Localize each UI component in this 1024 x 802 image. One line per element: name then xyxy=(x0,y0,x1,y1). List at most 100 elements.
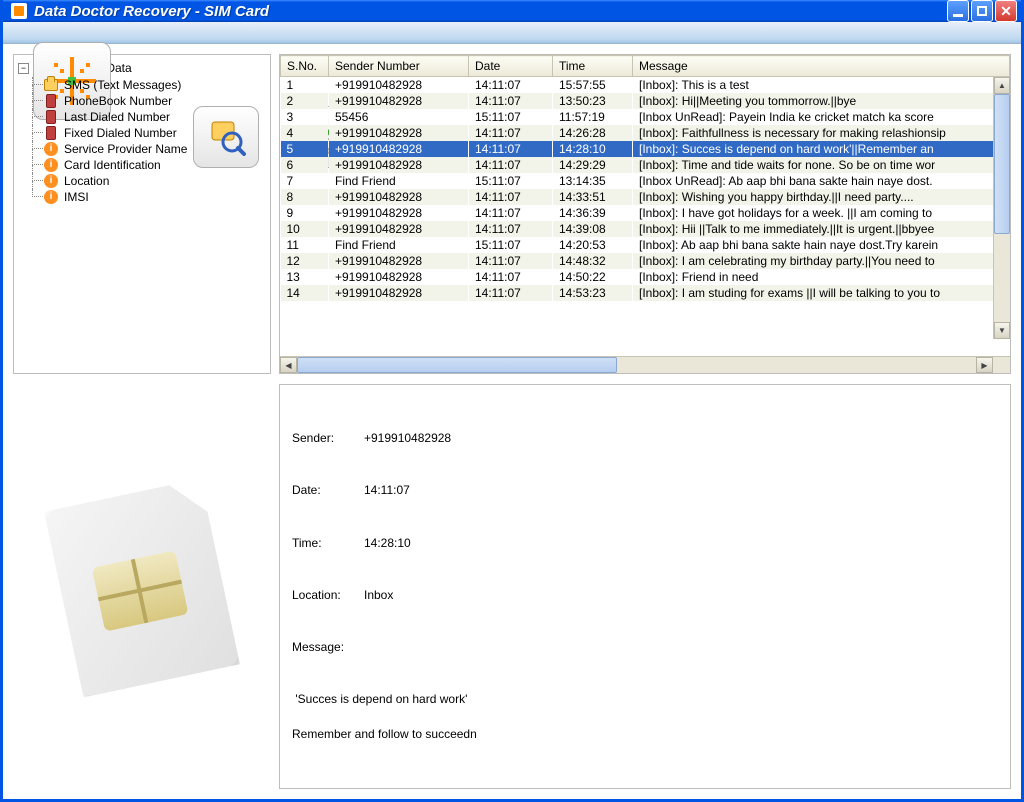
cell-sno: 11 xyxy=(281,237,329,253)
cell-message: [Inbox UnRead]: Payein India ke cricket … xyxy=(633,109,1010,125)
tree-item-label: SMS (Text Messages) xyxy=(64,78,181,92)
table-row[interactable]: 14+91991048292814:11:0714:53:23[Inbox]: … xyxy=(281,285,1010,301)
tree-item[interactable]: iIMSI xyxy=(32,189,266,205)
tree-item[interactable]: Fixed Dialed Number xyxy=(32,125,266,141)
sms-icon xyxy=(44,78,58,92)
horizontal-scrollbar[interactable]: ◀ ▶ xyxy=(280,356,1010,373)
table-row[interactable]: 8+91991048292814:11:0714:33:51[Inbox]: W… xyxy=(281,189,1010,205)
cell-time: 13:50:23 xyxy=(553,93,633,109)
table-row[interactable]: 5+91991048292814:11:0714:28:10[Inbox]: S… xyxy=(281,141,1010,157)
cell-date: 14:11:07 xyxy=(469,253,553,269)
detail-message-label: Message: xyxy=(292,639,364,656)
tree-item-label: Card Identification xyxy=(64,158,161,172)
window-title: Data Doctor Recovery - SIM Card xyxy=(34,3,947,20)
info-icon: i xyxy=(44,190,58,204)
tree-item[interactable]: i Location xyxy=(32,173,266,189)
table-row[interactable]: 4+91991048292814:11:0714:26:28[Inbox]: F… xyxy=(281,125,1010,141)
table-row[interactable]: 11Find Friend15:11:0714:20:53[Inbox]: Ab… xyxy=(281,237,1010,253)
col-message[interactable]: Message xyxy=(633,56,1010,77)
detail-sender-label: Sender: xyxy=(292,430,364,447)
col-sender[interactable]: Sender Number xyxy=(329,56,469,77)
detail-time-value: 14:28:10 xyxy=(364,535,411,552)
detail-location-label: Location: xyxy=(292,587,364,604)
cell-message: [Inbox]: This is a test xyxy=(633,77,1010,94)
cell-sender: Find Friend xyxy=(329,237,469,253)
cell-sno: 12 xyxy=(281,253,329,269)
table-row[interactable]: 9+91991048292814:11:0714:36:39[Inbox]: I… xyxy=(281,205,1010,221)
cell-sno: 14 xyxy=(281,285,329,301)
sim-card-image xyxy=(13,386,271,789)
cell-sno: 2 xyxy=(281,93,329,109)
cell-sender: +919910482928 xyxy=(329,141,469,157)
scroll-down-button[interactable]: ▼ xyxy=(994,322,1010,339)
cell-sender: +919910482928 xyxy=(329,269,469,285)
scroll-left-button[interactable]: ◀ xyxy=(280,357,297,373)
cell-sno: 6 xyxy=(281,157,329,173)
scroll-right-button[interactable]: ▶ xyxy=(976,357,993,373)
table-row[interactable]: 35545615:11:0711:57:19[Inbox UnRead]: Pa… xyxy=(281,109,1010,125)
table-header-row[interactable]: S.No. Sender Number Date Time Message xyxy=(281,56,1010,77)
info-icon: i xyxy=(44,142,58,156)
tree-view[interactable]: − Sim Card Data SMS (Text Messages)Phone… xyxy=(13,54,271,374)
cell-message: [Inbox]: Time and tide waits for none. S… xyxy=(633,157,1010,173)
vertical-scrollbar[interactable]: ▲ ▼ xyxy=(993,77,1010,339)
cell-message: [Inbox]: Succes is depend on hard work'|… xyxy=(633,141,1010,157)
table-row[interactable]: 10+91991048292814:11:0714:39:08[Inbox]: … xyxy=(281,221,1010,237)
tree-item[interactable]: SMS (Text Messages) xyxy=(32,77,266,93)
tree-item-label: Location xyxy=(64,174,109,188)
window-controls: ✕ xyxy=(947,0,1017,22)
detail-time-label: Time: xyxy=(292,535,364,552)
tree-item[interactable]: PhoneBook Number xyxy=(32,93,266,109)
scroll-thumb-horizontal[interactable] xyxy=(297,357,617,373)
tree-item[interactable]: Last Dialed Number xyxy=(32,109,266,125)
cell-time: 14:36:39 xyxy=(553,205,633,221)
scroll-thumb-vertical[interactable] xyxy=(994,94,1010,234)
cell-time: 11:57:19 xyxy=(553,109,633,125)
cell-date: 14:11:07 xyxy=(469,157,553,173)
cell-sno: 3 xyxy=(281,109,329,125)
detail-sender-value: +919910482928 xyxy=(364,430,451,447)
col-time[interactable]: Time xyxy=(553,56,633,77)
cell-sno: 13 xyxy=(281,269,329,285)
cell-sender: +919910482928 xyxy=(329,189,469,205)
phone-icon xyxy=(44,126,58,140)
maximize-button[interactable] xyxy=(971,0,993,22)
cell-time: 14:53:23 xyxy=(553,285,633,301)
cell-date: 14:11:07 xyxy=(469,93,553,109)
tree-item[interactable]: iCard Identification xyxy=(32,157,266,173)
table-row[interactable]: 12+91991048292814:11:0714:48:32[Inbox]: … xyxy=(281,253,1010,269)
toolbar: ? Data Doctor Recovery SIM Card xyxy=(3,22,1021,44)
cell-message: [Inbox]: I have got holidays for a week.… xyxy=(633,205,1010,221)
tree-item[interactable]: i Service Provider Name xyxy=(32,141,266,157)
minimize-button[interactable] xyxy=(947,0,969,22)
cell-sender: 55456 xyxy=(329,109,469,125)
table-row[interactable]: 6+91991048292814:11:0714:29:29[Inbox]: T… xyxy=(281,157,1010,173)
col-sno[interactable]: S.No. xyxy=(281,56,329,77)
tree-item-label: Fixed Dialed Number xyxy=(64,126,177,140)
cell-sender: +919910482928 xyxy=(329,221,469,237)
collapse-icon[interactable]: − xyxy=(18,63,29,74)
table-row[interactable]: 1+91991048292814:11:0715:57:55[Inbox]: T… xyxy=(281,77,1010,94)
cell-message: [Inbox]: Wishing you happy birthday.||I … xyxy=(633,189,1010,205)
table-row[interactable]: 2+91991048292814:11:0713:50:23[Inbox]: H… xyxy=(281,93,1010,109)
cell-time: 14:20:53 xyxy=(553,237,633,253)
tree-item-label: Service Provider Name xyxy=(64,142,187,156)
table-row[interactable]: 13+91991048292814:11:0714:50:22[Inbox]: … xyxy=(281,269,1010,285)
cell-sno: 10 xyxy=(281,221,329,237)
cell-message: [Inbox]: Hii ||Talk to me immediately.||… xyxy=(633,221,1010,237)
cell-sno: 7 xyxy=(281,173,329,189)
cell-sender: +919910482928 xyxy=(329,157,469,173)
cell-sender: +919910482928 xyxy=(329,253,469,269)
cell-sender: +919910482928 xyxy=(329,285,469,301)
table-row[interactable]: 7Find Friend15:11:0713:14:35[Inbox UnRea… xyxy=(281,173,1010,189)
cell-date: 14:11:07 xyxy=(469,125,553,141)
cell-date: 15:11:07 xyxy=(469,109,553,125)
titlebar[interactable]: Data Doctor Recovery - SIM Card ✕ xyxy=(3,0,1021,22)
scroll-up-button[interactable]: ▲ xyxy=(994,77,1010,94)
info-icon: i xyxy=(44,174,58,188)
tree-item-label: PhoneBook Number xyxy=(64,94,172,108)
cell-date: 15:11:07 xyxy=(469,173,553,189)
message-table[interactable]: S.No. Sender Number Date Time Message 1+… xyxy=(279,54,1011,374)
close-window-button[interactable]: ✕ xyxy=(995,0,1017,22)
col-date[interactable]: Date xyxy=(469,56,553,77)
